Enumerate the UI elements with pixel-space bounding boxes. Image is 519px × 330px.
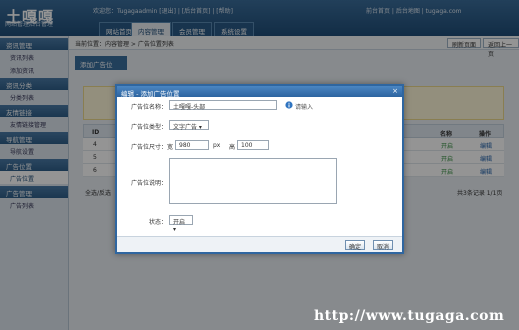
- name-hint: 请输入: [295, 104, 314, 111]
- desc-textarea[interactable]: [169, 158, 337, 204]
- ok-button[interactable]: 确定: [345, 240, 365, 251]
- height-prefix: 高: [229, 144, 236, 151]
- height-input[interactable]: 100: [237, 140, 269, 150]
- desc-label: 广告位说明：: [131, 180, 168, 187]
- type-label: 广告位类型：: [131, 124, 168, 131]
- status-select-value: 开启: [173, 219, 186, 226]
- name-input[interactable]: 土嘎嘎-头部: [169, 100, 277, 111]
- edit-ad-position-dialog: 编辑 - 添加广告位置 × 广告位名称： 土嘎嘎-头部 请输入 广告位类型： 文…: [115, 84, 404, 254]
- cancel-button[interactable]: 取消: [373, 240, 393, 251]
- dialog-footer: 确定 取消: [117, 236, 402, 252]
- status-label: 状态：: [149, 219, 168, 226]
- type-select[interactable]: 文字广告 ▾: [169, 120, 209, 131]
- status-select[interactable]: 开启 ▾: [169, 215, 193, 233]
- dialog-title: 编辑 - 添加广告位置: [121, 90, 180, 98]
- width-input[interactable]: 980: [175, 140, 209, 150]
- width-unit: px: [213, 142, 221, 149]
- size-label: 广告位尺寸：: [131, 144, 168, 151]
- watermark: http://www.tugaga.com: [314, 308, 505, 324]
- dialog-title-bar: 编辑 - 添加广告位置 ×: [117, 86, 402, 98]
- width-prefix: 宽: [167, 144, 174, 151]
- close-icon[interactable]: ×: [392, 87, 398, 95]
- type-select-value: 文字广告: [173, 124, 198, 131]
- name-label: 广告位名称：: [131, 104, 168, 111]
- info-icon: [285, 101, 293, 111]
